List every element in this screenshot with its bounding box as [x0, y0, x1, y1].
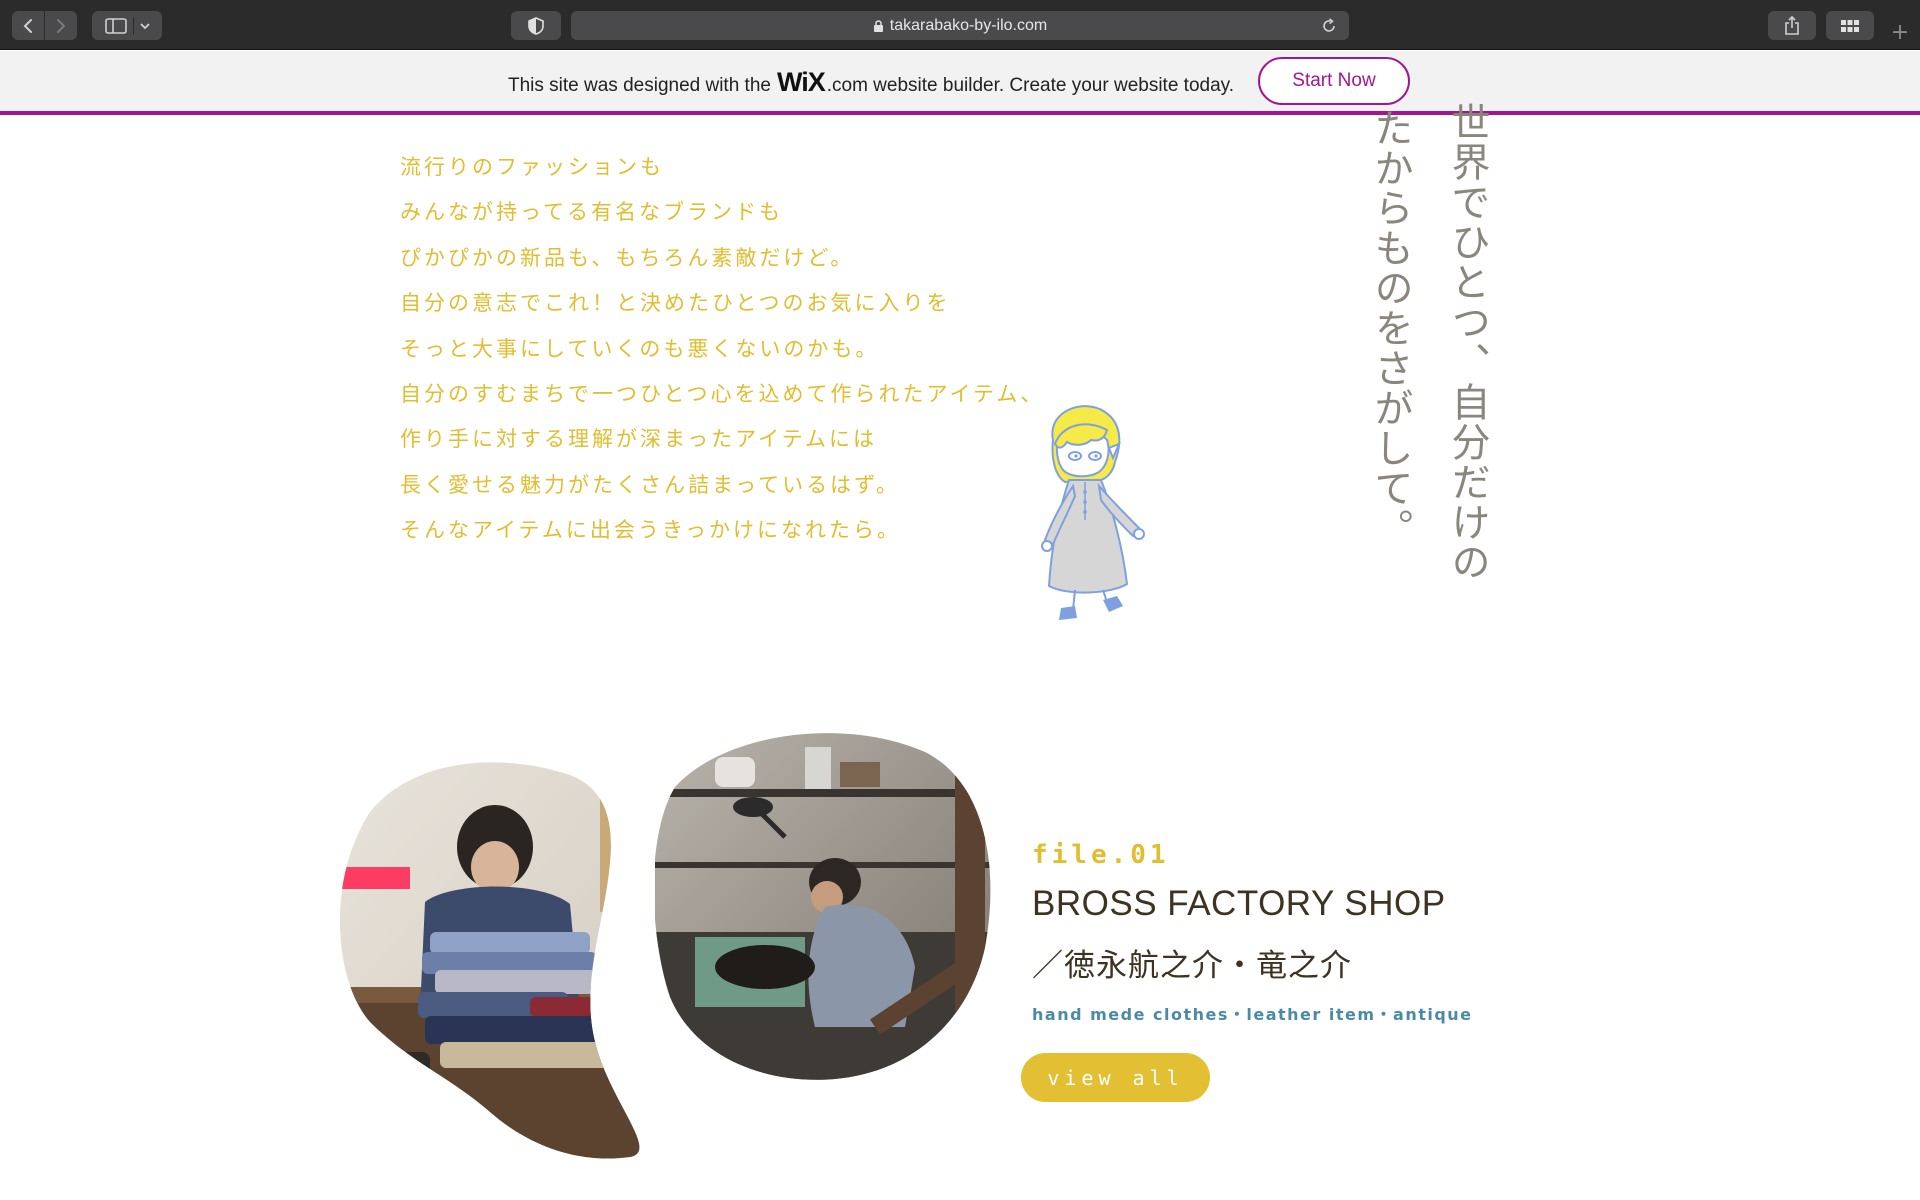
- wix-banner-text: This site was designed with the WiX .com…: [508, 67, 1234, 98]
- intro-line: 流行りのファッションも: [400, 155, 664, 179]
- lock-icon: [873, 19, 884, 33]
- workshop-photo-leather: [655, 733, 991, 1080]
- view-all-button[interactable]: view all: [1021, 1053, 1210, 1102]
- wix-logo[interactable]: WiX: [777, 67, 826, 98]
- intro-line: ぴかぴかの新品も、もちろん素敵だけど。: [400, 245, 855, 270]
- shield-icon: [528, 16, 544, 35]
- intro-line: 作り手に対する理解が深まったアイテムには: [400, 427, 878, 452]
- shop-tags: hand mede clothes・leather item・antique: [1032, 1005, 1473, 1024]
- chevron-left-icon: [23, 18, 32, 33]
- share-button[interactable]: [1768, 11, 1816, 40]
- intro-line: 自分のすむまちで一つひとつ心を込めて作られたアイテム、: [400, 381, 1045, 406]
- girl-illustration: [1041, 405, 1145, 620]
- shop-makers: ／徳永航之介・竜之介: [1032, 948, 1352, 984]
- back-button[interactable]: [12, 11, 44, 40]
- tagline-line-2: たからものをさがして。: [1368, 108, 1413, 548]
- intro-line: みんなが持ってる有名なブランドも: [400, 200, 783, 225]
- intro-text: 流行りのファッションも みんなが持ってる有名なブランドも ぴかぴかの新品も、もち…: [400, 150, 1044, 559]
- reload-icon: [1322, 17, 1335, 32]
- url-text: takarabako-by-ilo.com: [889, 16, 1048, 34]
- wix-text-before: This site was designed with the: [508, 75, 771, 96]
- file-label: file.01: [1032, 840, 1170, 870]
- wix-banner: This site was designed with the WiX .com…: [0, 51, 1920, 115]
- privacy-report-button[interactable]: [511, 11, 561, 40]
- sidebar-icon: [104, 17, 127, 34]
- start-now-button[interactable]: Start Now: [1258, 57, 1410, 105]
- intro-line: そっと大事にしていくのも悪くないのかも。: [400, 336, 880, 361]
- chevron-down-icon: [139, 22, 150, 29]
- intro-line: 長く愛せる魅力がたくさん詰まっているはず。: [400, 472, 901, 497]
- browser-toolbar: takarabako-by-ilo.com +: [0, 0, 1920, 50]
- tab-overview-icon: [1841, 19, 1859, 32]
- toolbar-divider: [132, 16, 134, 35]
- tab-overview-button[interactable]: [1826, 11, 1874, 40]
- forward-button[interactable]: [45, 11, 77, 40]
- url-display[interactable]: takarabako-by-ilo.com: [571, 11, 1349, 40]
- share-icon: [1785, 15, 1799, 35]
- address-bar[interactable]: takarabako-by-ilo.com: [571, 11, 1349, 40]
- intro-line: 自分の意志でこれ！と決めたひとつのお気に入りを: [400, 291, 951, 316]
- workshop-photo-clothes: [339, 762, 640, 1159]
- wix-text-after: .com website builder. Create your websit…: [826, 75, 1235, 96]
- chevron-right-icon: [57, 18, 66, 33]
- new-tab-button[interactable]: +: [1886, 18, 1914, 46]
- intro-line: そんなアイテムに出会うきっかけになれたら。: [400, 518, 902, 543]
- sidebar-toggle-button[interactable]: [92, 11, 162, 40]
- reload-button[interactable]: [1318, 15, 1339, 36]
- shop-title: BROSS FACTORY SHOP: [1032, 884, 1446, 923]
- plus-icon: +: [1890, 19, 1910, 45]
- tagline-line-1: 世界でひとつ、自分だけの: [1445, 102, 1490, 582]
